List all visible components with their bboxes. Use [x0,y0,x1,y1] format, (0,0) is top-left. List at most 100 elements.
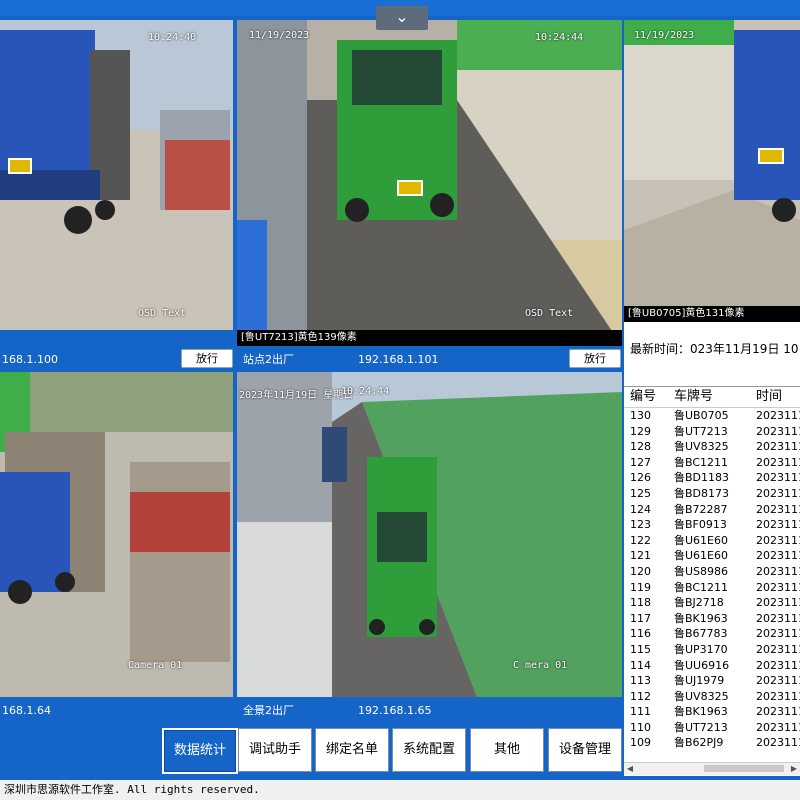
column-header-plate[interactable]: 车牌号 [668,387,750,407]
release-button[interactable]: 放行 [569,349,621,368]
arrow-left-icon[interactable]: ◀ [624,763,636,775]
table-row[interactable]: 109 鲁B62PJ9 20231119 [624,735,800,751]
camera-2-station: 站点2出厂 [243,353,294,366]
plate-detection-box [397,180,423,196]
cell-time: 20231119 [756,596,800,610]
cell-plate: 鲁UT7213 [674,424,728,438]
cell-id: 113 [630,674,651,688]
cell-id: 115 [630,642,651,656]
camera-view-1[interactable]: 10:24:40 OSD Text [0,20,233,330]
cell-id: 120 [630,564,651,578]
cell-time: 20231119 [756,658,800,672]
cell-time: 20231119 [756,705,800,719]
cell-time: 20231119 [756,674,800,688]
cell-id: 112 [630,689,651,703]
cell-plate: 鲁BJ2718 [674,596,724,610]
camera-4-scene [0,372,233,697]
cell-time: 20231119 [756,642,800,656]
table-row[interactable]: 120 鲁US8986 20231119 [624,564,800,580]
table-row[interactable]: 129 鲁UT7213 20231119 [624,424,800,440]
cell-time: 20231119 [756,440,800,454]
bind-list-button[interactable]: 绑定名单 [315,728,389,772]
table-row[interactable]: 113 鲁UJ1979 20231119 [624,673,800,689]
system-config-button[interactable]: 系统配置 [392,728,466,772]
cell-plate: 鲁B72287 [674,502,728,516]
cell-id: 129 [630,424,651,438]
camera-view-5[interactable]: 2023年11月19日 星期日 10:24:44 C mera 01 [237,372,622,697]
camera-2-ip: 192.168.1.101 [358,353,439,366]
table-row[interactable]: 115 鲁UP3170 20231119 [624,642,800,658]
camera-5-ip: 192.168.1.65 [358,704,432,717]
scrollbar-thumb[interactable] [704,765,784,772]
arrow-right-icon[interactable]: ▶ [788,763,800,775]
table-body: 130 鲁UB0705 20231119 129 鲁UT7213 20231119 128 鲁… [624,408,800,751]
table-row[interactable]: 122 鲁U61E60 20231119 [624,533,800,549]
column-header-time[interactable]: 时间 [750,387,800,407]
column-header-id[interactable]: 编号 [624,387,668,407]
data-statistics-button[interactable]: 数据统计 [162,728,238,774]
table-row[interactable]: 117 鲁BK1963 20231119 [624,611,800,627]
chevron-down-icon[interactable]: ⌄ [376,6,428,30]
cell-id: 123 [630,518,651,532]
camera-2-time: 10:24:44 [535,32,584,43]
device-management-button[interactable]: 设备管理 [548,728,622,772]
cell-plate: 鲁BK1963 [674,611,728,625]
camera-1-scene [0,20,233,330]
table-row[interactable]: 119 鲁BC1211 20231119 [624,580,800,596]
release-button[interactable]: 放行 [181,349,233,368]
cell-time: 20231119 [756,736,800,750]
table-row[interactable]: 114 鲁UU6916 20231119 [624,658,800,674]
cell-plate: 鲁UV8325 [674,440,729,454]
cell-time: 20231119 [756,580,800,594]
cell-time: 20231119 [756,502,800,516]
table-row[interactable]: 130 鲁UB0705 20231119 [624,408,800,424]
table-row[interactable]: 128 鲁UV8325 20231119 [624,439,800,455]
cell-id: 121 [630,549,651,563]
cell-plate: 鲁U61E60 [674,549,728,563]
camera-2-scene [237,20,622,346]
cell-plate: 鲁UT7213 [674,720,728,734]
cell-time: 20231119 [756,549,800,563]
table-row[interactable]: 123 鲁BF0913 20231119 [624,517,800,533]
camera-view-4[interactable]: Camera 01 [0,372,233,697]
cell-plate: 鲁B67783 [674,627,728,641]
cell-time: 20231119 [756,611,800,625]
camera-view-2[interactable]: 11/19/2023 10:24:44 OSD Text [鲁UT7213]黄色… [237,20,622,346]
table-row[interactable]: 112 鲁UV8325 20231119 [624,689,800,705]
table-row[interactable]: 118 鲁BJ2718 20231119 [624,595,800,611]
table-row[interactable]: 121 鲁U61E60 20231119 [624,548,800,564]
records-table[interactable]: 编号 车牌号 时间 130 鲁UB0705 20231119 129 鲁UT7213 20… [624,386,800,763]
cell-time: 20231119 [756,533,800,547]
camera-4-osd: Camera 01 [128,660,183,671]
cell-time: 20231119 [756,455,800,469]
debug-assistant-button[interactable]: 调试助手 [238,728,312,772]
horizontal-scrollbar[interactable]: ◀ ▶ [624,762,800,775]
camera-5-date: 2023年11月19日 星期日 [239,390,354,401]
cell-id: 111 [630,705,651,719]
table-row[interactable]: 126 鲁BD1183 20231119 [624,470,800,486]
camera-2-date: 11/19/2023 [249,30,310,41]
table-row[interactable]: 111 鲁BK1963 20231119 [624,704,800,720]
cell-plate: 鲁BK1963 [674,705,728,719]
other-button[interactable]: 其他 [470,728,544,772]
table-row[interactable]: 116 鲁B67783 20231119 [624,626,800,642]
plate-caption: [鲁UB0705]黄色131像素 [624,306,800,322]
table-row[interactable]: 124 鲁B72287 20231119 [624,502,800,518]
cell-time: 20231119 [756,424,800,438]
table-row[interactable]: 110 鲁UT7213 20231119 [624,720,800,736]
table-row[interactable]: 125 鲁BD8173 20231119 [624,486,800,502]
cell-plate: 鲁UJ1979 [674,674,725,688]
camera-2-osd: OSD Text [525,308,574,319]
cell-id: 119 [630,580,651,594]
camera-5-time: 10:24:44 [341,386,390,397]
cell-id: 125 [630,486,651,500]
table-row[interactable]: 127 鲁BC1211 20231119 [624,455,800,471]
cell-time: 20231119 [756,518,800,532]
cell-id: 130 [630,409,651,422]
cell-time: 20231119 [756,627,800,641]
cell-plate: 鲁UV8325 [674,689,729,703]
cell-id: 126 [630,471,651,485]
camera-view-3[interactable]: 11/19/2023 [鲁UB0705]黄色131像素 [624,20,800,322]
camera-1-ip: 168.1.100 [2,353,58,366]
cell-id: 109 [630,736,651,750]
